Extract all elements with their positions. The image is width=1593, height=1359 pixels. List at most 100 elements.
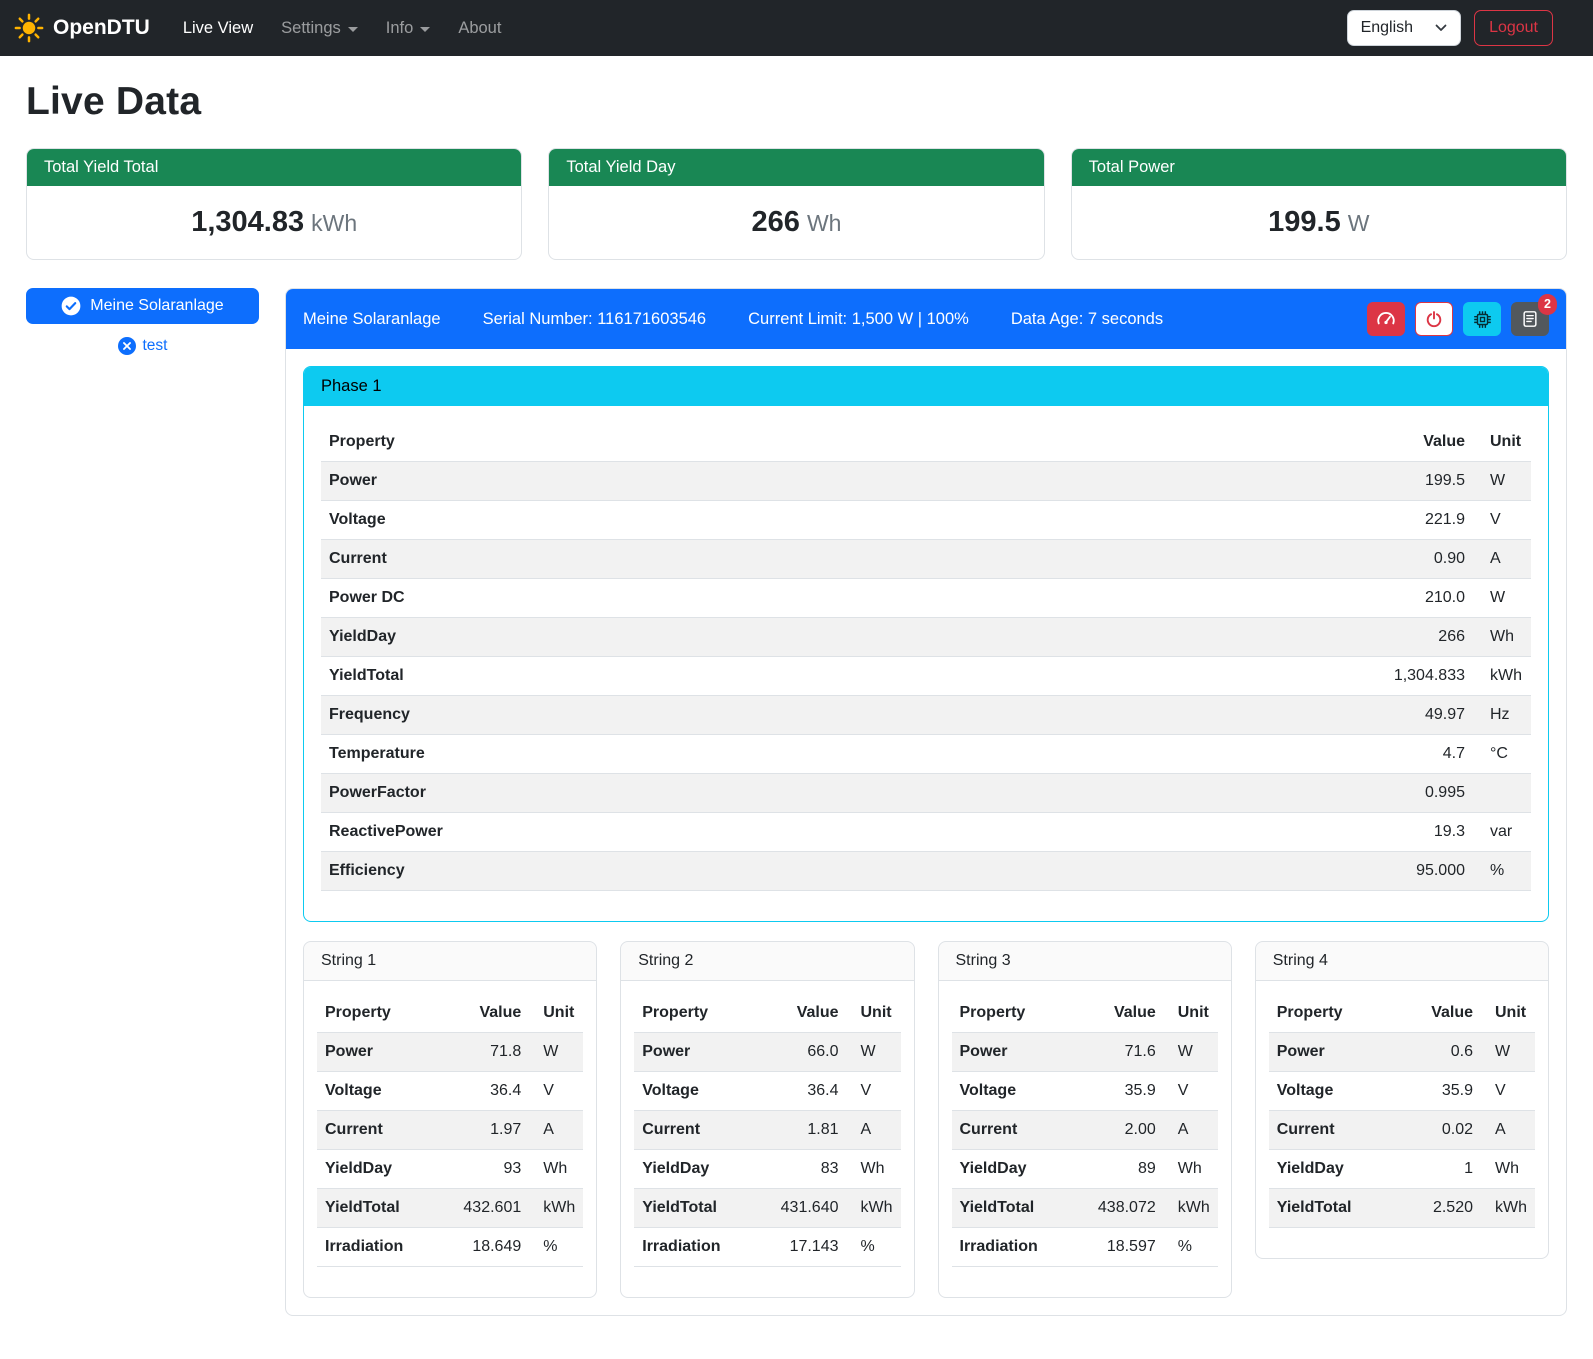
column-header-value: Value	[1398, 994, 1481, 1033]
unit-cell: %	[529, 1228, 583, 1267]
value-cell: 1.97	[436, 1111, 529, 1150]
property-cell: Efficiency	[321, 852, 1010, 891]
table-row: Voltage35.9V	[952, 1072, 1218, 1111]
column-header-property: Property	[634, 994, 753, 1033]
unit-cell: %	[847, 1228, 901, 1267]
table-row: Irradiation17.143%	[634, 1228, 900, 1267]
string-card-body: Property Value Unit Power66.0WVoltage36.…	[621, 981, 913, 1297]
value-cell: 4.7	[1010, 735, 1473, 774]
value-cell: 36.4	[753, 1072, 846, 1111]
property-cell: YieldDay	[321, 618, 1010, 657]
property-cell: Voltage	[321, 501, 1010, 540]
value-cell: 19.3	[1010, 813, 1473, 852]
brand-label: OpenDTU	[53, 16, 150, 40]
table-row: Voltage36.4V	[317, 1072, 583, 1111]
column-header-unit: Unit	[1473, 423, 1531, 462]
column-header-value: Value	[753, 994, 846, 1033]
brand[interactable]: OpenDTU	[14, 13, 150, 43]
sun-icon	[14, 13, 44, 43]
table-header-row: Property Value Unit	[321, 423, 1531, 462]
table-row: Current0.02A	[1269, 1111, 1535, 1150]
value-cell: 89	[1070, 1150, 1163, 1189]
property-cell: Current	[952, 1111, 1071, 1150]
value-cell: 431.640	[753, 1189, 846, 1228]
nav-info[interactable]: Info	[373, 11, 444, 46]
unit-cell: W	[1164, 1033, 1218, 1072]
table-header-row: Property Value Unit	[317, 994, 583, 1033]
column-header-property: Property	[321, 423, 1010, 462]
limit-settings-button[interactable]	[1367, 302, 1405, 336]
summary-card-total-yield-total: Total Yield Total 1,304.83kWh	[26, 148, 522, 260]
value-cell: 83	[753, 1150, 846, 1189]
string-card-title: String 3	[939, 942, 1231, 981]
table-row: YieldDay83Wh	[634, 1150, 900, 1189]
chevron-down-icon	[348, 27, 358, 32]
logout-button[interactable]: Logout	[1474, 10, 1553, 46]
table-row: YieldTotal1,304.833kWh	[321, 657, 1531, 696]
cpu-icon	[1473, 310, 1492, 329]
table-row: Temperature4.7°C	[321, 735, 1531, 774]
summary-row: Total Yield Total 1,304.83kWh Total Yiel…	[26, 148, 1567, 260]
inverter-serial: Serial Number: 116171603546	[483, 310, 707, 329]
table-row: YieldDay266Wh	[321, 618, 1531, 657]
property-cell: YieldDay	[634, 1150, 753, 1189]
event-log-button[interactable]: 2	[1511, 302, 1549, 336]
string-table: Property Value Unit Power66.0WVoltage36.…	[634, 994, 900, 1267]
table-row: YieldDay1Wh	[1269, 1150, 1535, 1189]
property-cell: Irradiation	[952, 1228, 1071, 1267]
main-content: Live Data Total Yield Total 1,304.83kWh …	[0, 56, 1593, 1346]
value-cell: 36.4	[436, 1072, 529, 1111]
inverter-select-button[interactable]: Meine Solaranlage	[26, 288, 259, 324]
string-table: Property Value Unit Power0.6WVoltage35.9…	[1269, 994, 1535, 1228]
value-cell: 2.520	[1398, 1189, 1481, 1228]
property-cell: YieldTotal	[1269, 1189, 1399, 1228]
inverter-select-label: Meine Solaranlage	[90, 297, 223, 315]
unit-cell: var	[1473, 813, 1531, 852]
column-header-unit: Unit	[847, 994, 901, 1033]
string-card-title: String 4	[1256, 942, 1548, 981]
table-row: ReactivePower19.3var	[321, 813, 1531, 852]
nav-about[interactable]: About	[445, 11, 514, 46]
language-select[interactable]: English	[1347, 10, 1461, 46]
unit-cell: W	[529, 1033, 583, 1072]
navbar: OpenDTU Live View Settings Info About En…	[0, 0, 1593, 56]
device-info-button[interactable]	[1463, 302, 1501, 336]
inverter-item-test[interactable]: test	[26, 337, 259, 355]
value-cell: 221.9	[1010, 501, 1473, 540]
string-card-title: String 1	[304, 942, 596, 981]
page-title: Live Data	[26, 80, 1567, 124]
table-row: YieldTotal438.072kWh	[952, 1189, 1218, 1228]
string-card-4: String 4 Property Value Unit	[1255, 941, 1549, 1259]
unit-cell: %	[1164, 1228, 1218, 1267]
column-header-property: Property	[1269, 994, 1399, 1033]
speedometer-icon	[1376, 309, 1396, 329]
unit-cell: kWh	[1473, 657, 1531, 696]
value-cell: 0.02	[1398, 1111, 1481, 1150]
unit-cell: A	[1473, 540, 1531, 579]
table-row: Current1.81A	[634, 1111, 900, 1150]
journal-icon	[1521, 310, 1539, 328]
property-cell: Power	[952, 1033, 1071, 1072]
nav-settings-label: Settings	[281, 19, 341, 38]
table-row: Power199.5W	[321, 462, 1531, 501]
summary-unit: Wh	[807, 210, 842, 236]
unit-cell: W	[1473, 579, 1531, 618]
power-toggle-button[interactable]	[1415, 302, 1453, 336]
inverter-item-test-label: test	[143, 337, 168, 355]
property-cell: Current	[321, 540, 1010, 579]
property-cell: YieldDay	[952, 1150, 1071, 1189]
value-cell: 71.8	[436, 1033, 529, 1072]
unit-cell: W	[1473, 462, 1531, 501]
unit-cell: Wh	[1164, 1150, 1218, 1189]
string-card-3: String 3 Property Value Unit	[938, 941, 1232, 1298]
property-cell: Voltage	[317, 1072, 436, 1111]
table-row: Voltage36.4V	[634, 1072, 900, 1111]
unit-cell: V	[1481, 1072, 1535, 1111]
value-cell: 1.81	[753, 1111, 846, 1150]
property-cell: Temperature	[321, 735, 1010, 774]
nav-live-view[interactable]: Live View	[170, 11, 266, 46]
column-header-value: Value	[436, 994, 529, 1033]
nav-settings[interactable]: Settings	[268, 11, 371, 46]
property-cell: Irradiation	[634, 1228, 753, 1267]
table-row: YieldTotal431.640kWh	[634, 1189, 900, 1228]
